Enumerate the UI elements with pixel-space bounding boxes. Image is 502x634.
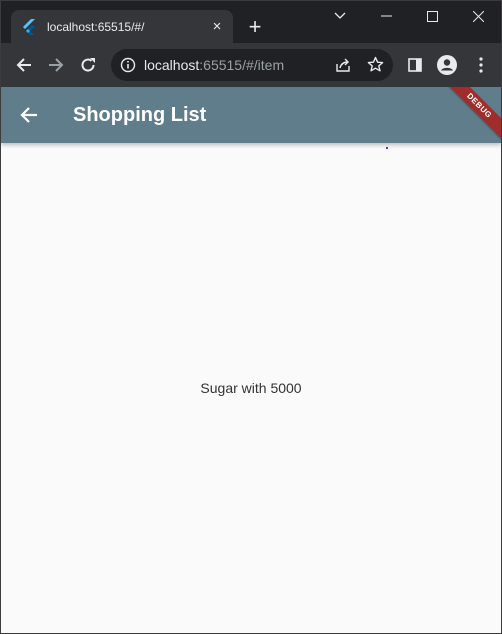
page-title: Shopping List [73, 104, 207, 126]
minimize-icon [380, 15, 392, 17]
browser-window: localhost:65515/#/ × + localhost:65515/#… [0, 0, 502, 634]
flutter-icon [21, 18, 37, 35]
url-host: localhost [144, 57, 200, 73]
browser-toolbar: localhost:65515/#/item [1, 43, 501, 87]
tab-title: localhost:65515/#/ [47, 19, 145, 34]
url-path: :65515/#/item [199, 57, 285, 73]
arrow-forward-icon [49, 58, 64, 72]
tab-close-button[interactable]: × [207, 17, 227, 37]
share-icon[interactable] [335, 57, 351, 78]
menu-button[interactable] [467, 51, 495, 79]
maximize-icon [426, 10, 438, 22]
tab-search-button[interactable] [317, 1, 363, 31]
forward-button[interactable] [42, 51, 70, 79]
browser-tab[interactable]: localhost:65515/#/ × [11, 10, 233, 43]
url-text: localhost:65515/#/item [144, 57, 284, 73]
arrow-back-icon [20, 107, 37, 123]
side-panel-button[interactable] [401, 51, 429, 79]
back-button[interactable] [10, 51, 38, 79]
stray-pixel [386, 147, 388, 149]
reload-icon [81, 58, 95, 72]
appbar-back-button[interactable] [15, 101, 43, 129]
profile-button[interactable] [433, 51, 461, 79]
item-text: Sugar with 5000 [200, 380, 302, 396]
minimize-button[interactable] [363, 1, 409, 31]
close-icon [472, 10, 484, 22]
side-panel-icon [408, 58, 422, 72]
info-icon[interactable] [120, 57, 136, 78]
chevron-down-icon [334, 12, 346, 19]
close-window-button[interactable] [455, 1, 501, 31]
tab-strip: localhost:65515/#/ × + [1, 1, 501, 43]
bookmark-star-icon[interactable] [367, 56, 384, 78]
new-tab-button[interactable]: + [243, 15, 267, 39]
page-viewport: Shopping List DEBUG Sugar with 5000 [1, 87, 501, 633]
app-bar: Shopping List [1, 87, 501, 143]
more-vert-icon [479, 57, 483, 73]
address-bar[interactable]: localhost:65515/#/item [111, 49, 393, 81]
maximize-button[interactable] [409, 1, 455, 31]
profile-icon [437, 55, 457, 75]
reload-button[interactable] [74, 51, 102, 79]
arrow-back-icon [16, 58, 31, 72]
